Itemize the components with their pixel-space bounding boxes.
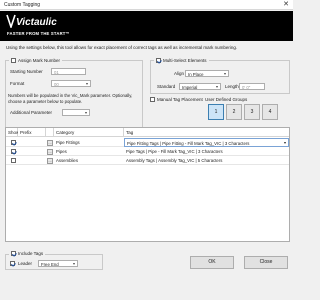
column-header-spacer bbox=[46, 128, 54, 137]
chevron-down-icon: ▾ bbox=[215, 84, 218, 89]
column-header-category[interactable]: Category bbox=[54, 128, 124, 137]
multi-select-group: Multi-Select Elements Align In Place ▾ S… bbox=[150, 58, 290, 94]
svg-text:Victaulic: Victaulic bbox=[16, 17, 57, 28]
assign-mark-label: Assign Mark Number bbox=[18, 58, 61, 63]
multi-select-header: Multi-Select Elements bbox=[154, 58, 209, 63]
include-tags-header: Include Tags bbox=[9, 251, 46, 256]
category-cell: Pipe Fittings bbox=[56, 140, 80, 145]
user-defined-groups-label: User Defined Groups bbox=[205, 97, 248, 102]
browse-button[interactable]: ... bbox=[47, 139, 53, 146]
format-value: 00 bbox=[54, 82, 59, 87]
tag-select[interactable]: Pipe Fitting Tags | Pipe Fitting - Fill … bbox=[124, 138, 289, 147]
column-header-show[interactable]: Show bbox=[6, 128, 19, 137]
intro-text: Using the settings below, this tool allo… bbox=[6, 45, 238, 50]
victaulic-logo: Victaulic bbox=[6, 14, 57, 28]
ok-button[interactable]: OK bbox=[190, 256, 234, 269]
title-bar: Custom Tagging ✕ bbox=[0, 0, 293, 10]
category-cell: Assemblies bbox=[56, 158, 78, 163]
column-header-prefix[interactable]: Prefix bbox=[18, 128, 46, 137]
vic-mark-note: Numbers will be populated in the Vic_Mar… bbox=[8, 93, 133, 104]
tag-cell[interactable]: Pipe Tags | Pipe - Fill Mark Tag_VIC | 3… bbox=[124, 147, 289, 156]
multi-select-checkbox[interactable] bbox=[156, 58, 161, 63]
leader-checkbox[interactable] bbox=[10, 261, 15, 266]
length-label: Length bbox=[225, 84, 239, 89]
include-tags-label: Include Tags bbox=[18, 251, 44, 256]
close-icon[interactable]: ✕ bbox=[283, 1, 289, 9]
brand-tagline: FASTER FROM THE START™ bbox=[7, 31, 70, 36]
close-button[interactable]: Close bbox=[244, 256, 288, 269]
standard-select[interactable]: Imperial ▾ bbox=[179, 83, 221, 90]
format-label: Format bbox=[10, 81, 25, 86]
group-button-3[interactable]: 3 bbox=[244, 104, 260, 120]
browse-button[interactable]: ... bbox=[47, 157, 53, 164]
assign-mark-header: Assign Mark Number bbox=[9, 58, 63, 63]
table-row[interactable]: ... Pipe Fittings Pipe Fitting Tags | Pi… bbox=[6, 138, 289, 147]
table-row[interactable]: ... Pipes Pipe Tags | Pipe - Fill Mark T… bbox=[6, 147, 289, 156]
length-input[interactable]: 0' 0" bbox=[239, 83, 265, 90]
assign-mark-checkbox[interactable] bbox=[11, 58, 16, 63]
show-checkbox[interactable] bbox=[11, 140, 16, 146]
table-row[interactable]: ... Assemblies Assembly Tags | Assembly … bbox=[6, 156, 289, 165]
manual-tag-placement-label: Manual Tag Placement bbox=[157, 97, 203, 102]
include-tags-group: Include Tags Leader Free End ▾ bbox=[5, 251, 103, 270]
starting-number-label: Starting Number bbox=[10, 69, 43, 74]
chevron-down-icon: ▾ bbox=[283, 140, 286, 145]
align-select[interactable]: In Place ▾ bbox=[185, 70, 229, 77]
show-checkbox[interactable] bbox=[11, 149, 16, 155]
leader-value: Free End bbox=[41, 262, 59, 267]
category-cell: Pipes bbox=[56, 149, 67, 154]
align-label: Align bbox=[174, 71, 185, 76]
column-header-tag[interactable]: Tag bbox=[124, 128, 289, 137]
chevron-down-icon: ▾ bbox=[85, 81, 88, 86]
tag-cell[interactable]: Assembly Tags | Assembly Tag_VIC | 5 Cha… bbox=[124, 156, 289, 165]
multi-select-label: Multi-Select Elements bbox=[163, 58, 207, 63]
brand-banner: Victaulic FASTER FROM THE START™ bbox=[0, 11, 293, 41]
manual-tag-placement: Manual Tag Placement bbox=[150, 97, 203, 102]
additional-parameter-select[interactable]: ▾ bbox=[62, 109, 90, 116]
manual-tag-placement-checkbox[interactable] bbox=[150, 97, 155, 102]
chevron-down-icon: ▾ bbox=[223, 71, 226, 76]
group-button-1[interactable]: 1 bbox=[208, 104, 224, 120]
align-value: In Place bbox=[188, 72, 204, 77]
group-button-2[interactable]: 2 bbox=[226, 104, 242, 120]
additional-parameter-label: Additional Parameter bbox=[10, 110, 53, 115]
format-select[interactable]: 00 ▾ bbox=[51, 80, 91, 87]
standard-value: Imperial bbox=[182, 85, 198, 90]
chevron-down-icon: ▾ bbox=[72, 261, 75, 266]
include-tags-checkbox[interactable] bbox=[11, 251, 16, 256]
chevron-down-icon: ▾ bbox=[84, 110, 87, 115]
group-button-4[interactable]: 4 bbox=[262, 104, 278, 120]
tag-grid: Show Prefix Category Tag ... Pipe Fittin… bbox=[5, 127, 290, 242]
leader-label: Leader bbox=[18, 261, 33, 266]
tag-value: Pipe Fitting Tags | Pipe Fitting - Fill … bbox=[127, 141, 250, 146]
window-title: Custom Tagging bbox=[4, 2, 41, 8]
standard-label: Standard bbox=[157, 84, 176, 89]
show-checkbox[interactable] bbox=[11, 158, 16, 164]
browse-button[interactable]: ... bbox=[47, 148, 53, 155]
leader-select[interactable]: Free End ▾ bbox=[38, 260, 78, 267]
starting-number-input[interactable]: 01 bbox=[51, 68, 86, 75]
